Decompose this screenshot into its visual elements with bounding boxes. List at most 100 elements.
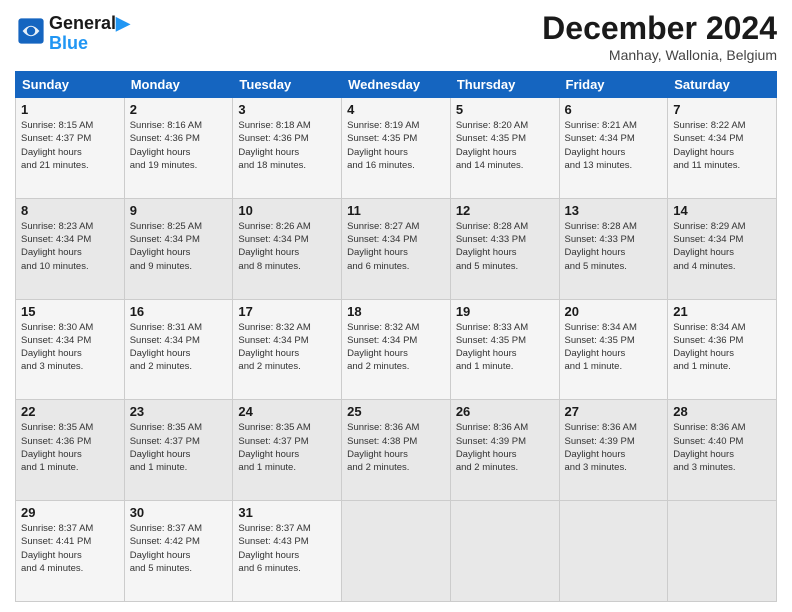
day-number: 7 [673,102,771,117]
title-area: December 2024 Manhay, Wallonia, Belgium [542,10,777,63]
calendar-table: SundayMondayTuesdayWednesdayThursdayFrid… [15,71,777,602]
month-title: December 2024 [542,10,777,47]
day-number: 16 [130,304,228,319]
day-number: 24 [238,404,336,419]
header-monday: Monday [124,72,233,98]
day-info: Sunrise: 8:25 AMSunset: 4:34 PMDaylight … [130,220,228,273]
day-cell: 13 Sunrise: 8:28 AMSunset: 4:33 PMDayligh… [559,198,668,299]
day-info: Sunrise: 8:18 AMSunset: 4:36 PMDaylight … [238,119,336,172]
day-cell: 18Sunrise: 8:32 AMSunset: 4:34 PMDayligh… [342,299,451,400]
day-number: 5 [456,102,554,117]
day-info: Sunrise: 8:35 AMSunset: 4:36 PMDaylight … [21,421,119,474]
day-number: 9 [130,203,228,218]
header: General▶ Blue December 2024 Manhay, Wall… [15,10,777,63]
day-cell: 10 Sunrise: 8:26 AMSunset: 4:34 PMDayligh… [233,198,342,299]
day-number: 30 [130,505,228,520]
day-number: 22 [21,404,119,419]
day-cell: 12 Sunrise: 8:28 AMSunset: 4:33 PMDayligh… [450,198,559,299]
day-cell: 22 Sunrise: 8:35 AMSunset: 4:36 PMDayligh… [16,400,125,501]
day-cell: 25 Sunrise: 8:36 AMSunset: 4:38 PMDayligh… [342,400,451,501]
day-cell: 28Sunrise: 8:36 AMSunset: 4:40 PMDayligh… [668,400,777,501]
day-cell [342,501,451,602]
day-number: 26 [456,404,554,419]
day-number: 13 [565,203,663,218]
day-info: Sunrise: 8:33 AMSunset: 4:35 PMDaylight … [456,321,554,374]
day-cell: 9 Sunrise: 8:25 AMSunset: 4:34 PMDaylight… [124,198,233,299]
day-number: 10 [238,203,336,218]
day-cell: 30 Sunrise: 8:37 AMSunset: 4:42 PMDayligh… [124,501,233,602]
day-cell: 29 Sunrise: 8:37 AMSunset: 4:41 PMDayligh… [16,501,125,602]
day-info: Sunrise: 8:20 AMSunset: 4:35 PMDaylight … [456,119,554,172]
day-number: 6 [565,102,663,117]
day-info: Sunrise: 8:28 AMSunset: 4:33 PMDaylight … [456,220,554,273]
day-number: 28 [673,404,771,419]
day-number: 21 [673,304,771,319]
week-row-2: 8Sunrise: 8:23 AMSunset: 4:34 PMDaylight… [16,198,777,299]
day-cell: 27 Sunrise: 8:36 AMSunset: 4:39 PMDayligh… [559,400,668,501]
day-info: Sunrise: 8:32 AMSunset: 4:34 PMDaylight … [347,321,445,374]
header-thursday: Thursday [450,72,559,98]
header-wednesday: Wednesday [342,72,451,98]
day-cell: 7 Sunrise: 8:22 AMSunset: 4:34 PMDaylight… [668,98,777,199]
day-number: 12 [456,203,554,218]
day-info: Sunrise: 8:36 AMSunset: 4:39 PMDaylight … [565,421,663,474]
day-info: Sunrise: 8:21 AMSunset: 4:34 PMDaylight … [565,119,663,172]
day-info: Sunrise: 8:37 AMSunset: 4:43 PMDaylight … [238,522,336,575]
logo-icon [17,17,45,45]
day-cell: 15Sunrise: 8:30 AMSunset: 4:34 PMDayligh… [16,299,125,400]
day-number: 19 [456,304,554,319]
week-row-4: 22 Sunrise: 8:35 AMSunset: 4:36 PMDayligh… [16,400,777,501]
day-info: Sunrise: 8:23 AMSunset: 4:34 PMDaylight … [21,220,119,273]
day-cell: 1 Sunrise: 8:15 AMSunset: 4:37 PMDaylight… [16,98,125,199]
day-info: Sunrise: 8:36 AMSunset: 4:39 PMDaylight … [456,421,554,474]
day-info: Sunrise: 8:32 AMSunset: 4:34 PMDaylight … [238,321,336,374]
day-number: 1 [21,102,119,117]
day-number: 27 [565,404,663,419]
day-info: Sunrise: 8:15 AMSunset: 4:37 PMDaylight … [21,119,119,172]
logo-line1: General▶ [49,14,130,34]
week-row-1: 1 Sunrise: 8:15 AMSunset: 4:37 PMDaylight… [16,98,777,199]
day-number: 20 [565,304,663,319]
day-cell: 14 Sunrise: 8:29 AMSunset: 4:34 PMDayligh… [668,198,777,299]
day-info: Sunrise: 8:26 AMSunset: 4:34 PMDaylight … [238,220,336,273]
day-info: Sunrise: 8:29 AMSunset: 4:34 PMDaylight … [673,220,771,273]
day-cell [559,501,668,602]
day-info: Sunrise: 8:28 AMSunset: 4:33 PMDaylight … [565,220,663,273]
day-number: 14 [673,203,771,218]
header-tuesday: Tuesday [233,72,342,98]
day-number: 29 [21,505,119,520]
day-info: Sunrise: 8:27 AMSunset: 4:34 PMDaylight … [347,220,445,273]
day-cell: 31 Sunrise: 8:37 AMSunset: 4:43 PMDayligh… [233,501,342,602]
day-info: Sunrise: 8:34 AMSunset: 4:35 PMDaylight … [565,321,663,374]
day-cell: 19 Sunrise: 8:33 AMSunset: 4:35 PMDayligh… [450,299,559,400]
day-cell: 5 Sunrise: 8:20 AMSunset: 4:35 PMDaylight… [450,98,559,199]
day-cell: 17Sunrise: 8:32 AMSunset: 4:34 PMDayligh… [233,299,342,400]
day-info: Sunrise: 8:34 AMSunset: 4:36 PMDaylight … [673,321,771,374]
day-cell: 24Sunrise: 8:35 AMSunset: 4:37 PMDayligh… [233,400,342,501]
day-info: Sunrise: 8:30 AMSunset: 4:34 PMDaylight … [21,321,119,374]
logo-line2: Blue [49,34,130,54]
day-info: Sunrise: 8:31 AMSunset: 4:34 PMDaylight … [130,321,228,374]
day-number: 11 [347,203,445,218]
header-sunday: Sunday [16,72,125,98]
day-cell: 20 Sunrise: 8:34 AMSunset: 4:35 PMDayligh… [559,299,668,400]
header-friday: Friday [559,72,668,98]
day-cell [668,501,777,602]
day-info: Sunrise: 8:36 AMSunset: 4:38 PMDaylight … [347,421,445,474]
day-info: Sunrise: 8:37 AMSunset: 4:41 PMDaylight … [21,522,119,575]
day-number: 2 [130,102,228,117]
day-number: 31 [238,505,336,520]
location: Manhay, Wallonia, Belgium [542,47,777,63]
day-number: 25 [347,404,445,419]
week-row-3: 15Sunrise: 8:30 AMSunset: 4:34 PMDayligh… [16,299,777,400]
day-cell: 16 Sunrise: 8:31 AMSunset: 4:34 PMDayligh… [124,299,233,400]
day-info: Sunrise: 8:22 AMSunset: 4:34 PMDaylight … [673,119,771,172]
day-cell: 2Sunrise: 8:16 AMSunset: 4:36 PMDaylight… [124,98,233,199]
day-cell [450,501,559,602]
day-info: Sunrise: 8:37 AMSunset: 4:42 PMDaylight … [130,522,228,575]
day-cell: 21 Sunrise: 8:34 AMSunset: 4:36 PMDayligh… [668,299,777,400]
day-cell: 8Sunrise: 8:23 AMSunset: 4:34 PMDaylight… [16,198,125,299]
day-info: Sunrise: 8:19 AMSunset: 4:35 PMDaylight … [347,119,445,172]
day-number: 3 [238,102,336,117]
day-cell: 11 Sunrise: 8:27 AMSunset: 4:34 PMDayligh… [342,198,451,299]
